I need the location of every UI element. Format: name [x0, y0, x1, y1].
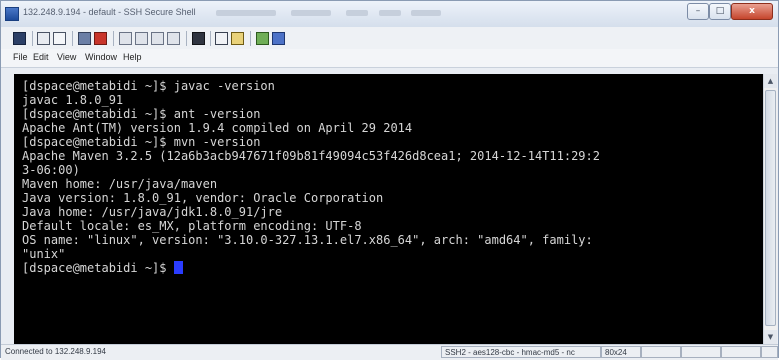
- resize-grip-icon[interactable]: [761, 346, 778, 358]
- cipher-status: SSH2 - aes128-cbc - hmac-md5 - nc: [445, 348, 575, 357]
- scrollbar-thumb[interactable]: [765, 90, 776, 326]
- cipher-status-box: SSH2 - aes128-cbc - hmac-md5 - nc: [441, 346, 601, 358]
- terminal-line: 3-06:00): [22, 163, 80, 177]
- terminal-line: Java version: 1.8.0_91, vendor: Oracle C…: [22, 191, 384, 205]
- terminal-line: OS name: "linux", version: "3.10.0-327.1…: [22, 233, 593, 247]
- paste-icon[interactable]: [151, 32, 164, 45]
- ssh-client-window: 132.248.9.194 - default - SSH Secure She…: [0, 0, 779, 360]
- status-empty-box: [641, 346, 681, 358]
- terminal-size-box: 80x24: [601, 346, 641, 358]
- terminal-line: [dspace@metabidi ~]$ mvn -version: [22, 135, 261, 149]
- title-blur-decor: [291, 10, 331, 16]
- terminal-area[interactable]: [dspace@metabidi ~]$ javac -version java…: [14, 74, 763, 344]
- save-icon[interactable]: [13, 32, 26, 45]
- toolbar-separator: [210, 31, 211, 46]
- toolbar-separator: [72, 31, 73, 46]
- title-blur-decor: [216, 10, 276, 16]
- terminal-line: "unix": [22, 247, 66, 261]
- new-terminal-icon[interactable]: [215, 32, 228, 45]
- terminal-line: [dspace@metabidi ~]$ javac -version: [22, 79, 275, 93]
- quick-connect-icon[interactable]: [78, 32, 91, 45]
- close-button[interactable]: x: [731, 3, 773, 20]
- toolbar-separator: [186, 31, 187, 46]
- title-blur-decor: [411, 10, 441, 16]
- terminal-line: Default locale: es_MX, platform encoding…: [22, 219, 362, 233]
- toolbar-separator: [250, 31, 251, 46]
- file-transfer-icon[interactable]: [231, 32, 244, 45]
- minimize-button[interactable]: –: [687, 3, 709, 20]
- title-bar[interactable]: 132.248.9.194 - default - SSH Secure She…: [1, 1, 778, 28]
- profiles-icon[interactable]: [94, 32, 107, 45]
- toolbar-separator: [32, 31, 33, 46]
- terminal-size: 80x24: [605, 348, 627, 357]
- maximize-button[interactable]: □: [709, 3, 731, 20]
- connection-status: Connected to 132.248.9.194: [5, 347, 106, 356]
- status-empty-box: [681, 346, 721, 358]
- status-empty-box: [721, 346, 761, 358]
- terminal-line: Apache Maven 3.2.5 (12a6b3acb947671f09b8…: [22, 149, 600, 163]
- menu-view[interactable]: View: [57, 52, 76, 62]
- settings-icon[interactable]: [256, 32, 269, 45]
- terminal-line: javac 1.8.0_91: [22, 93, 124, 107]
- menu-file[interactable]: File: [13, 52, 28, 62]
- print-icon[interactable]: [37, 32, 50, 45]
- toolbar: [1, 27, 778, 50]
- scroll-up-arrow-icon[interactable]: ▲: [764, 74, 777, 88]
- paste-icon[interactable]: [167, 32, 180, 45]
- menu-edit[interactable]: Edit: [33, 52, 49, 62]
- terminal-line: [dspace@metabidi ~]$ ant -version: [22, 107, 261, 121]
- find-icon[interactable]: [192, 32, 205, 45]
- window-title: 132.248.9.194 - default - SSH Secure She…: [23, 7, 196, 17]
- terminal-line: Maven home: /usr/java/maven: [22, 177, 218, 191]
- menu-window[interactable]: Window: [85, 52, 117, 62]
- paste-icon[interactable]: [135, 32, 148, 45]
- print-preview-icon[interactable]: [53, 32, 66, 45]
- menu-bar: File Edit View Window Help: [1, 49, 778, 68]
- ssh-app-icon: [5, 7, 19, 21]
- terminal-prompt-line: [dspace@metabidi ~]$: [22, 261, 183, 275]
- copy-icon[interactable]: [119, 32, 132, 45]
- terminal-prompt: [dspace@metabidi ~]$: [22, 261, 174, 275]
- title-blur-decor: [346, 10, 368, 16]
- toolbar-separator: [113, 31, 114, 46]
- terminal-scrollbar[interactable]: ▲ ▼: [763, 74, 777, 344]
- terminal-line: Apache Ant(TM) version 1.9.4 compiled on…: [22, 121, 413, 135]
- help-icon[interactable]: [272, 32, 285, 45]
- title-blur-decor: [379, 10, 401, 16]
- scroll-down-arrow-icon[interactable]: ▼: [764, 330, 777, 344]
- terminal-line: Java home: /usr/java/jdk1.8.0_91/jre: [22, 205, 283, 219]
- terminal-cursor: [173, 261, 183, 274]
- menu-help[interactable]: Help: [123, 52, 142, 62]
